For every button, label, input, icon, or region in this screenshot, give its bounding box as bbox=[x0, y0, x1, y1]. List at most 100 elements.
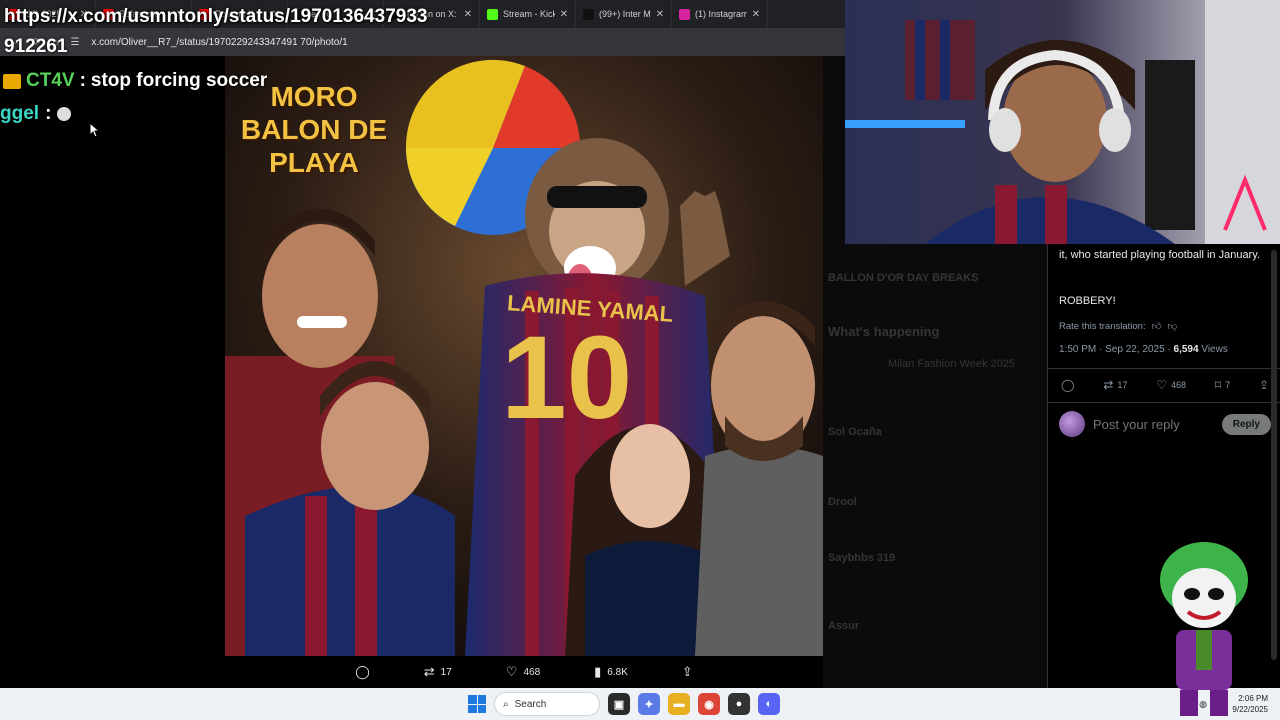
thumbs-up-icon[interactable]: 👍︎ bbox=[1152, 320, 1162, 332]
chat-emote-icon bbox=[57, 107, 72, 121]
heart-icon: ♡ bbox=[505, 664, 518, 679]
search-icon: ⌕ bbox=[503, 698, 509, 710]
tweet-action-bar: ◯ ⇄ 17 ♡ 468 ⌑ 7 ⇪ bbox=[1061, 378, 1269, 392]
page-left-backdrop bbox=[0, 56, 226, 688]
reply-icon: ◯ bbox=[1061, 378, 1075, 392]
thumbs-down-icon[interactable]: 👎︎ bbox=[1168, 320, 1178, 332]
copilot-icon[interactable]: ✦ bbox=[638, 693, 660, 715]
chat-text: stop forcing soccer bbox=[90, 70, 268, 91]
photo-title-line: PLAYA bbox=[269, 147, 359, 178]
photo-repost-button[interactable]: ⇄ 17 bbox=[424, 664, 452, 680]
close-icon[interactable]: ✕ bbox=[752, 9, 760, 20]
rate-translation: Rate this translation: 👍︎ 👎︎ bbox=[1059, 320, 1178, 333]
rate-translation-label: Rate this translation: bbox=[1059, 320, 1146, 332]
chat-message: ggel : bbox=[0, 103, 72, 125]
screen: (60) 2025 ✕ Sofascore ✕ Post on X ✕ e / X ✕ (7) … bbox=[0, 0, 1280, 720]
photo-reply-button[interactable]: ◯ bbox=[355, 664, 370, 680]
dim-trend-item: Sol Ocaña bbox=[828, 426, 882, 438]
repost-count: 17 bbox=[440, 666, 452, 678]
dim-trend-item: Saybhbs 319 bbox=[828, 552, 896, 564]
tweet-photo[interactable]: MORO BALON DE PLAYA LAMINE YAMAL 10 bbox=[225, 56, 823, 656]
overlay-url-text: https://x.com/usmntonly/status/197013643… bbox=[4, 6, 428, 27]
taskbar-search[interactable]: ⌕ Search bbox=[494, 692, 600, 716]
chat-message: CT4V : stop forcing soccer bbox=[3, 70, 267, 92]
site-info-icon[interactable]: ☰ bbox=[70, 37, 79, 48]
chat-username: ggel bbox=[0, 103, 40, 124]
obs-icon[interactable]: ● bbox=[728, 693, 750, 715]
photo-title-line: BALON DE bbox=[240, 114, 388, 145]
chat-username: CT4V bbox=[26, 70, 75, 91]
bookmark-button[interactable]: ⌑ 7 bbox=[1215, 378, 1230, 392]
joker-sticker bbox=[1160, 542, 1248, 716]
share-icon: ⇪ bbox=[1258, 378, 1269, 392]
url-text[interactable]: x.com/Oliver__R7_/status/197022924334749… bbox=[91, 37, 347, 48]
jersey-number: 10 bbox=[501, 312, 633, 444]
tiktok-icon bbox=[583, 8, 594, 20]
reply-button[interactable]: ◯ bbox=[1061, 378, 1074, 392]
repost-button[interactable]: ⇄ 17 bbox=[1103, 378, 1127, 392]
browser-tab-title: (1) Instagram bbox=[695, 9, 747, 19]
webcam-image bbox=[845, 0, 1280, 244]
search-label: Search bbox=[514, 698, 547, 710]
browser-tab[interactable]: (99+) Inter M ✕ bbox=[576, 0, 672, 28]
scrollbar[interactable] bbox=[1271, 250, 1277, 660]
browser-tab-title: Stream - Kick bbox=[503, 9, 555, 19]
photo-views-button[interactable]: ▮ 6.8K bbox=[594, 664, 628, 680]
dim-trend-item: Milan Fashion Week 2025 bbox=[888, 358, 1015, 370]
share-icon: ⇪ bbox=[681, 664, 693, 679]
like-count: 468 bbox=[523, 666, 541, 678]
tweet-text: it, who started playing football in Janu… bbox=[1059, 249, 1260, 261]
reply-input[interactable]: Post your reply bbox=[1093, 417, 1214, 432]
tweet-views-label: Views bbox=[1198, 344, 1228, 355]
like-button[interactable]: ♡ 468 bbox=[1156, 378, 1186, 392]
windows-taskbar: ⌕ Search ▣ ✦ ▬ ◉ ● ◐ ⌃ ◍ ◖ 2:06 PM 9/22/… bbox=[0, 688, 1280, 720]
bookmark-count: 7 bbox=[1225, 380, 1231, 390]
tweet-text-line: ROBBERY! bbox=[1059, 295, 1116, 307]
crown-icon bbox=[3, 73, 21, 89]
browser-address-bar[interactable]: ← ⟳ ⌂ ☰ x.com/Oliver__R7_/status/1970229… bbox=[0, 28, 845, 56]
taskbar-apps: ⌕ Search ▣ ✦ ▬ ◉ ● ◐ bbox=[468, 688, 780, 720]
dim-trend-item: Drool bbox=[828, 496, 857, 508]
browser-tab-title: (99+) Inter M bbox=[599, 9, 651, 19]
webcam-overlay bbox=[845, 0, 1280, 244]
close-icon[interactable]: ✕ bbox=[656, 9, 664, 20]
tweet-views-count: 6,594 bbox=[1173, 344, 1199, 355]
dim-trend-item: Assur bbox=[828, 620, 860, 632]
share-button[interactable]: ⇪ bbox=[1259, 378, 1269, 392]
reply-submit-button[interactable]: Reply bbox=[1221, 413, 1271, 435]
chat-separator: : bbox=[45, 103, 52, 124]
bar-chart-icon: ▮ bbox=[594, 664, 602, 679]
dim-trend-item: BALLON D'OR DAY BREAKS bbox=[828, 272, 979, 284]
mouse-cursor-icon bbox=[89, 122, 101, 138]
photo-caption-title: MORO BALON DE PLAYA bbox=[229, 80, 399, 179]
instagram-icon bbox=[679, 8, 690, 20]
close-icon[interactable]: ✕ bbox=[464, 9, 472, 20]
repost-icon: ⇄ bbox=[423, 664, 435, 679]
close-icon[interactable]: ✕ bbox=[560, 9, 568, 20]
browser-tab[interactable]: (1) Instagram ✕ bbox=[672, 0, 768, 28]
view-count: 6.8K bbox=[607, 666, 628, 678]
task-view-icon[interactable]: ▣ bbox=[608, 693, 630, 715]
browser-tab[interactable]: Stream - Kick ✕ bbox=[480, 0, 576, 28]
bookmark-icon: ⌑ bbox=[1214, 378, 1222, 392]
divider bbox=[1048, 402, 1280, 403]
discord-icon[interactable]: ◐ bbox=[758, 693, 780, 715]
like-count: 468 bbox=[1171, 380, 1187, 390]
chat-separator: : bbox=[79, 70, 86, 91]
file-explorer-icon[interactable]: ▬ bbox=[668, 693, 690, 715]
photo-action-bar: ◯ ⇄ 17 ♡ 468 ▮ 6.8K ⇪ bbox=[225, 656, 823, 688]
photo-share-button[interactable]: ⇪ bbox=[682, 664, 693, 680]
avatar bbox=[1059, 411, 1085, 437]
overlay-url-continuation: 912261 bbox=[4, 36, 68, 57]
windows-start-icon[interactable] bbox=[468, 695, 486, 713]
heart-icon: ♡ bbox=[1156, 378, 1167, 392]
photo-like-button[interactable]: ♡ 468 bbox=[506, 664, 540, 680]
chrome-icon[interactable]: ◉ bbox=[698, 693, 720, 715]
dim-section-title: What's happening bbox=[828, 324, 940, 339]
tweet-meta: 1:50 PM · Sep 22, 2025 · 6,594 Views bbox=[1059, 344, 1228, 355]
repost-count: 17 bbox=[1117, 380, 1128, 390]
tweet-timestamp[interactable]: 1:50 PM · Sep 22, 2025 · bbox=[1059, 344, 1174, 355]
reply-composer: Post your reply Reply bbox=[1059, 411, 1271, 437]
divider bbox=[1048, 368, 1280, 369]
kick-icon bbox=[487, 8, 498, 20]
